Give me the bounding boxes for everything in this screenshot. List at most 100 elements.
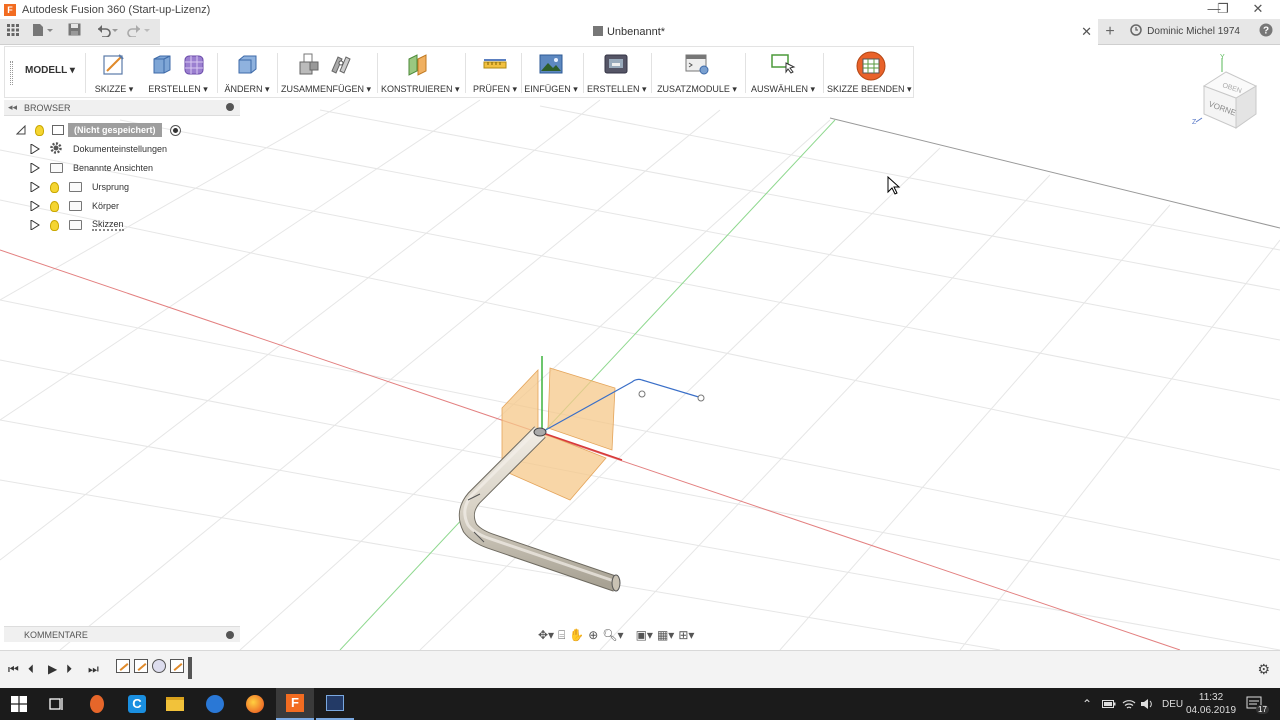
modify-group[interactable]: ÄNDERN ▾ [221, 47, 273, 99]
volume-icon[interactable] [1140, 688, 1154, 720]
comments-pin-icon[interactable] [226, 631, 234, 639]
viewports-icon[interactable]: ⊞▾ [678, 628, 694, 642]
insert-group[interactable]: EINFÜGEN ▾ [523, 47, 579, 99]
document-tab[interactable]: Unbenannt* ✕ [160, 19, 1098, 45]
insert-image-icon[interactable] [538, 51, 564, 77]
redo-icon[interactable] [126, 23, 152, 41]
pan-icon[interactable]: ✋ [569, 628, 584, 642]
browser-item-document-settings[interactable]: Dokumenteinstellungen [30, 140, 167, 158]
visibility-bulb-icon[interactable] [35, 124, 44, 136]
timeline-marker-icon[interactable] [188, 657, 192, 679]
new-tab-button[interactable]: + [1100, 23, 1120, 41]
toolbar-grip[interactable] [10, 61, 13, 85]
new-component-icon[interactable] [296, 51, 322, 77]
browser-root-row[interactable]: (Nicht gespeichert) [15, 121, 181, 139]
undo-icon[interactable] [94, 23, 120, 41]
visibility-bulb-icon[interactable] [50, 181, 59, 193]
activate-radio-icon[interactable] [169, 124, 181, 136]
browser-item-origin[interactable]: Ursprung [30, 178, 129, 196]
create-group[interactable]: ERSTELLEN ▾ [145, 47, 211, 99]
grid-settings-icon[interactable]: ▦▾ [657, 628, 674, 642]
3d-print-icon[interactable] [603, 51, 629, 77]
fit-icon[interactable]: 🔍︎▾ [602, 628, 623, 642]
browser-pin-icon[interactable] [226, 103, 234, 111]
firefox-icon[interactable] [236, 688, 274, 720]
expand-icon[interactable] [30, 220, 40, 230]
step-forward-icon[interactable]: ⏵ [66, 662, 72, 677]
offset-plane-icon[interactable] [406, 51, 432, 77]
finish-sketch-group[interactable]: SKIZZE BEENDEN ▾ [827, 47, 912, 99]
close-window-button[interactable]: ✕ [1236, 0, 1280, 19]
go-to-end-icon[interactable]: ⏭ [88, 662, 99, 677]
view-cube[interactable]: OBEN VORNE Y Z [1192, 52, 1268, 130]
extrude-icon[interactable] [149, 51, 175, 77]
timeline-settings-icon[interactable]: ⚙ [1257, 661, 1270, 678]
file-menu-icon[interactable] [30, 23, 54, 41]
expand-icon[interactable] [30, 163, 40, 173]
viewport-canvas[interactable] [0, 98, 1280, 650]
job-status-icon[interactable] [1128, 23, 1144, 41]
orbit-icon[interactable]: ✥▾ [538, 628, 554, 642]
tray-overflow-icon[interactable]: ⌃ [1082, 688, 1092, 720]
visibility-bulb-icon[interactable] [50, 219, 59, 231]
sketch-icon[interactable] [101, 51, 127, 77]
user-name[interactable]: Dominic Michel 1974 [1147, 26, 1240, 37]
make-group[interactable]: ERSTELLEN ▾ [587, 47, 647, 99]
scripts-icon[interactable] [684, 51, 710, 77]
browser-item-named-views[interactable]: Benannte Ansichten [30, 159, 153, 177]
app-icon-1[interactable] [78, 688, 116, 720]
collapse-root-icon[interactable] [15, 124, 26, 135]
sketch-group[interactable]: SKIZZE ▾ [89, 47, 139, 99]
help-icon[interactable]: ? [1258, 23, 1274, 41]
zoom-icon[interactable]: ⊕ [588, 628, 598, 642]
timeline-sketch-feature-icon[interactable] [170, 659, 184, 673]
joint-icon[interactable] [328, 51, 354, 77]
comments-panel-header[interactable]: KOMMENTARE [4, 626, 240, 642]
maximize-button[interactable]: ❐ [1208, 0, 1238, 19]
app-grid-icon[interactable] [6, 23, 20, 41]
collapse-browser-icon[interactable]: ◂◂ [8, 102, 17, 113]
browser-item-label: Ursprung [92, 182, 130, 192]
finish-sketch-icon[interactable] [856, 51, 886, 81]
addins-group[interactable]: ZUSATZMODULE ▾ [655, 47, 739, 99]
timeline-sketch-feature-icon[interactable] [134, 659, 148, 673]
expand-icon[interactable] [30, 182, 40, 192]
browser-item-bodies[interactable]: Körper [30, 197, 119, 215]
construct-group[interactable]: KONSTRUIEREN ▾ [381, 47, 460, 99]
display-settings-icon[interactable]: ▣▾ [636, 628, 653, 642]
notification-center-icon[interactable]: 17 [1246, 688, 1269, 720]
task-view-icon[interactable] [38, 688, 76, 720]
measure-icon[interactable] [482, 51, 508, 77]
root-label[interactable]: (Nicht gespeichert) [68, 123, 162, 137]
file-explorer-icon[interactable] [156, 688, 194, 720]
expand-icon[interactable] [30, 201, 40, 211]
go-to-start-icon[interactable]: ⏮ [8, 662, 19, 677]
timeline-sweep-feature-icon[interactable] [152, 659, 166, 673]
clock[interactable]: 11:32 04.06.2019 [1186, 688, 1236, 720]
screen-recorder-icon[interactable] [316, 688, 354, 720]
workspace-switcher[interactable]: MODELL ▾ [25, 65, 75, 76]
visibility-bulb-icon[interactable] [50, 200, 59, 212]
inspect-group[interactable]: PRÜFEN ▾ [469, 47, 521, 99]
modify-icon[interactable] [234, 51, 260, 77]
assemble-group[interactable]: ZUSAMMENFÜGEN ▾ [281, 47, 371, 99]
form-icon[interactable] [181, 51, 207, 77]
select-icon[interactable] [770, 51, 796, 77]
step-back-icon[interactable]: ⏴ [28, 662, 34, 677]
fusion-taskbar-icon[interactable]: F [276, 688, 314, 720]
input-language[interactable]: DEU [1162, 688, 1183, 720]
expand-icon[interactable] [30, 144, 40, 154]
look-at-icon[interactable]: ⌸ [558, 628, 565, 643]
app-icon-c[interactable]: C [118, 688, 156, 720]
timeline-sketch-feature-icon[interactable] [116, 659, 130, 673]
browser-item-sketches[interactable]: Skizzen [30, 216, 124, 234]
save-icon[interactable] [66, 23, 82, 41]
mail-icon[interactable] [196, 688, 234, 720]
battery-icon[interactable] [1102, 688, 1116, 720]
browser-panel-header[interactable]: ◂◂ BROWSER [4, 100, 240, 116]
start-button[interactable] [0, 688, 38, 720]
select-group[interactable]: AUSWÄHLEN ▾ [749, 47, 817, 99]
wifi-icon[interactable] [1122, 688, 1136, 720]
play-icon[interactable]: ▶ [48, 662, 57, 676]
close-tab-button[interactable]: ✕ [1081, 24, 1092, 40]
